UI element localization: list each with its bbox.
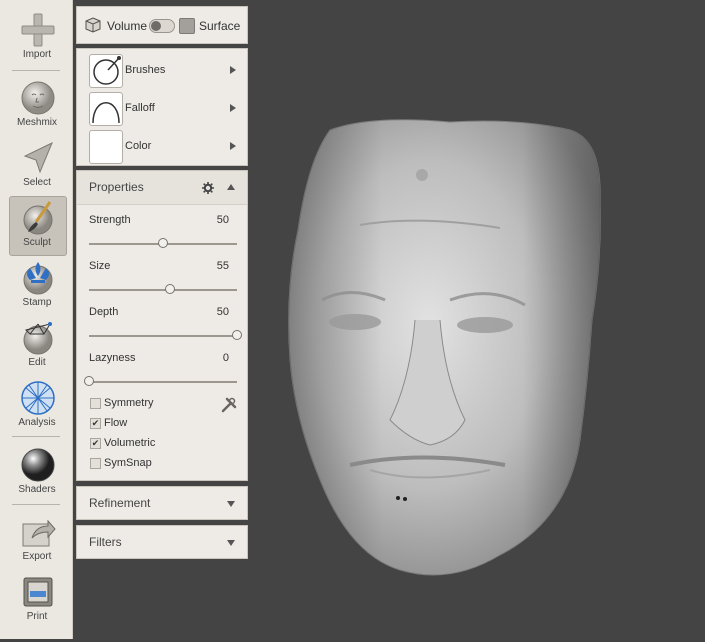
sculpt-mode-bar: Volume Surface [76, 6, 248, 44]
tool-sidebar: Import Meshmix Select Sculpt Stamp Edit … [0, 0, 73, 639]
chrome-sphere-icon [21, 448, 55, 482]
export-arrow-icon [22, 519, 56, 547]
refinement-title: Refinement [89, 496, 151, 510]
depth-label: Depth [89, 306, 119, 318]
strength-slider[interactable] [89, 238, 237, 248]
volumetric-label: Volumetric [104, 437, 156, 449]
select-button[interactable]: Select [6, 140, 68, 196]
edit-label: Edit [28, 357, 46, 368]
print-button[interactable]: Print [6, 574, 68, 630]
strength-slider-thumb[interactable] [158, 238, 168, 248]
properties-header[interactable]: Properties [77, 171, 247, 205]
collapse-icon[interactable] [227, 184, 235, 190]
surface-mode-label[interactable]: Surface [199, 19, 240, 33]
symsnap-label: SymSnap [104, 457, 152, 469]
depth-value: 50 [216, 306, 229, 318]
meshmix-button[interactable]: Meshmix [6, 80, 68, 136]
brush-sphere-icon [93, 56, 121, 85]
symsnap-checkbox[interactable] [90, 458, 101, 469]
toolbar-divider [12, 70, 60, 71]
gear-icon[interactable] [202, 182, 214, 194]
falloff-curve-icon [92, 102, 120, 124]
color-label: Color [125, 140, 152, 152]
size-label: Size [89, 260, 111, 272]
surface-mode-box[interactable] [179, 18, 195, 34]
chevron-right-icon [230, 142, 236, 150]
meshmix-face-icon [21, 81, 55, 115]
print-label: Print [26, 611, 48, 622]
brushes-selector[interactable]: Brushes [77, 52, 247, 88]
brushes-label: Brushes [125, 64, 166, 76]
properties-panel: Properties Strength 50 Size 55 Depth 50 … [76, 170, 248, 481]
volume-mode-label[interactable]: Volume [107, 19, 147, 33]
flow-checkbox[interactable]: ✔ [90, 418, 101, 429]
lazyness-slider[interactable] [84, 376, 237, 386]
analysis-button[interactable]: Analysis [6, 380, 68, 436]
sculpt-label: Sculpt [23, 237, 51, 248]
refinement-panel[interactable]: Refinement [76, 486, 248, 520]
falloff-label: Falloff [125, 102, 155, 114]
filters-title: Filters [89, 535, 122, 549]
brush-icon [23, 201, 53, 235]
color-swatch [89, 130, 123, 164]
chevron-right-icon [230, 66, 236, 74]
shaders-label: Shaders [18, 484, 56, 495]
export-button[interactable]: Export [6, 514, 68, 570]
lazyness-value: 0 [222, 352, 229, 364]
toolbar-divider [12, 436, 60, 437]
flow-label: Flow [104, 417, 128, 429]
analysis-sphere-icon [21, 381, 55, 415]
stamp-button[interactable]: Stamp [6, 260, 68, 316]
size-value: 55 [216, 260, 229, 272]
stamp-label: Stamp [22, 297, 52, 308]
depth-slider-thumb[interactable] [232, 330, 242, 340]
sculpt-button[interactable]: Sculpt [6, 196, 68, 256]
export-label: Export [22, 551, 52, 562]
import-label: Import [22, 49, 52, 60]
volumetric-checkbox[interactable]: ✔ [90, 438, 101, 449]
analysis-label: Analysis [18, 417, 56, 428]
cursor-arrow-icon [23, 141, 53, 174]
symmetry-label: Symmetry [104, 397, 154, 409]
3d-viewport[interactable] [250, 0, 705, 639]
expand-icon[interactable] [227, 540, 235, 546]
color-selector[interactable]: Color [77, 128, 247, 164]
plus-icon [21, 13, 55, 47]
lazyness-label: Lazyness [89, 352, 136, 364]
chevron-right-icon [230, 104, 236, 112]
lazyness-slider-thumb[interactable] [84, 376, 94, 386]
symmetry-checkbox[interactable] [90, 398, 101, 409]
filters-panel[interactable]: Filters [76, 525, 248, 559]
strength-label: Strength [89, 214, 131, 226]
select-label: Select [23, 177, 51, 188]
expand-icon[interactable] [227, 501, 235, 507]
fleur-de-lis-icon [23, 262, 53, 295]
brush-thumbnail [89, 54, 123, 88]
shaders-button[interactable]: Shaders [6, 447, 68, 503]
meshmix-label: Meshmix [16, 117, 57, 128]
cube-icon [85, 17, 101, 33]
falloff-thumbnail [89, 92, 123, 126]
size-slider-thumb[interactable] [165, 284, 175, 294]
depth-slider[interactable] [89, 330, 242, 340]
volume-surface-toggle[interactable] [149, 19, 175, 33]
edit-button[interactable]: Edit [6, 320, 68, 376]
sculpted-face-mesh[interactable] [250, 0, 705, 639]
size-slider[interactable] [89, 284, 237, 294]
toolbar-divider [12, 504, 60, 505]
falloff-selector[interactable]: Falloff [77, 90, 247, 126]
properties-title: Properties [89, 180, 144, 194]
edit-mesh-icon [23, 322, 53, 355]
brush-panel: Brushes Falloff Color [76, 48, 248, 166]
wrench-icon[interactable] [221, 397, 237, 413]
printer-icon [23, 577, 53, 607]
strength-value: 50 [216, 214, 229, 226]
toggle-knob [151, 21, 161, 31]
import-button[interactable]: Import [6, 12, 68, 68]
